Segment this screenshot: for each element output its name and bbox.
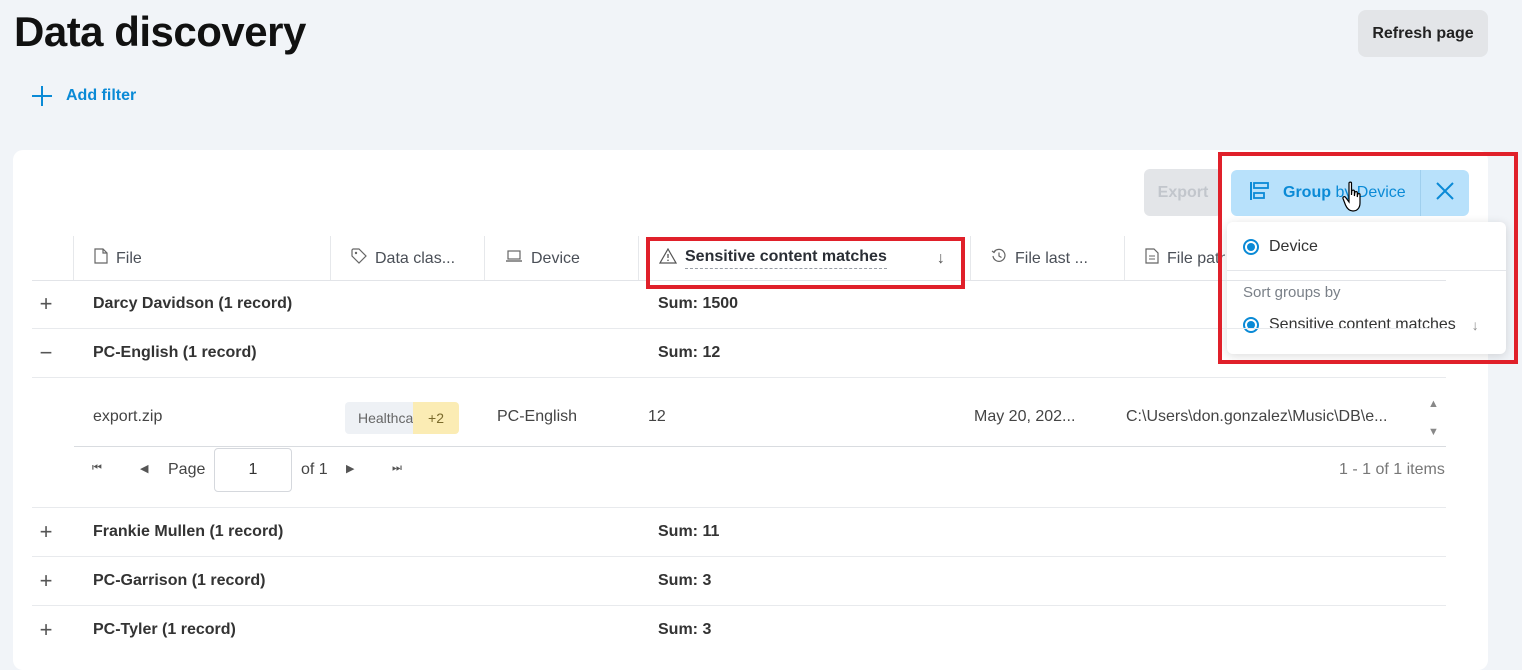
column-separator: [970, 236, 971, 280]
column-header-device[interactable]: Device: [505, 236, 580, 281]
group-by-label: Group: [1283, 184, 1331, 201]
group-row-label: PC-Garrison (1 record): [93, 572, 266, 589]
column-header-label: Sensitive content matches: [685, 248, 887, 269]
page-number-input[interactable]: [214, 448, 292, 492]
expand-plus-icon[interactable]: +: [38, 617, 54, 642]
close-icon: [1435, 181, 1455, 206]
record-file-last: May 20, 202...: [974, 408, 1076, 425]
expand-plus-icon[interactable]: +: [38, 291, 54, 316]
record-file-name[interactable]: export.zip: [93, 408, 162, 426]
page-title: Data discovery: [14, 8, 306, 55]
next-page-icon[interactable]: ▶: [346, 462, 354, 475]
column-separator: [484, 236, 485, 280]
prev-page-icon[interactable]: ◀: [140, 462, 148, 475]
column-header-sensitive[interactable]: Sensitive content matches ↓: [658, 236, 945, 281]
scroll-down-icon[interactable]: ▼: [1428, 426, 1439, 438]
radio-selected-icon: [1243, 317, 1259, 333]
radio-selected-icon: [1243, 239, 1259, 255]
group-sum: Sum: 3: [658, 572, 712, 589]
export-button[interactable]: Export: [1144, 169, 1222, 216]
add-filter-label: Add filter: [66, 87, 137, 104]
history-icon: [991, 248, 1007, 269]
last-page-icon[interactable]: ⏭: [392, 462, 402, 475]
document-icon: [1145, 248, 1159, 269]
arrow-down-icon: ↓: [1471, 317, 1479, 333]
group-by-main[interactable]: Group by Device: [1231, 170, 1420, 216]
tag-icon: [351, 248, 367, 269]
record-matches: 12: [648, 408, 666, 425]
hand-cursor-icon: [1342, 181, 1361, 212]
column-separator: [638, 236, 639, 280]
add-filter-button[interactable]: Add filter: [31, 84, 136, 108]
row-divider: [74, 446, 1446, 447]
group-sum: Sum: 11: [658, 523, 720, 540]
items-count: 1 - 1 of 1 items: [1339, 461, 1445, 478]
group-row-label: Darcy Davidson (1 record): [93, 295, 293, 312]
column-separator: [1124, 236, 1125, 280]
row-divider: [32, 605, 1446, 606]
laptop-icon: [505, 249, 523, 268]
column-header-file-last[interactable]: File last ...: [991, 236, 1088, 281]
data-class-badge: Healthcare: [345, 402, 417, 434]
warning-icon: [658, 247, 678, 269]
page-of-label: of 1: [301, 461, 328, 478]
group-row-label: PC-Tyler (1 record): [93, 621, 236, 638]
group-icon: [1249, 180, 1271, 207]
sort-option-sensitive[interactable]: Sensitive content matches ↓: [1243, 316, 1479, 334]
expand-plus-icon[interactable]: +: [38, 568, 54, 593]
group-by-dropdown: Device Sort groups by Sensitive content …: [1227, 222, 1506, 354]
group-option-device[interactable]: Device: [1243, 238, 1318, 256]
group-sum: Sum: 1500: [658, 295, 739, 312]
group-row-label: Frankie Mullen (1 record): [93, 523, 284, 540]
group-option-label: Device: [1269, 238, 1318, 255]
column-header-label: Device: [531, 249, 580, 267]
first-page-icon[interactable]: ⏮: [92, 462, 102, 475]
plus-icon: [31, 85, 53, 107]
column-header-label: Data clas...: [375, 249, 456, 267]
scroll-up-icon[interactable]: ▲: [1428, 398, 1439, 410]
sort-desc-icon[interactable]: ↓: [937, 250, 945, 268]
column-header-file-path[interactable]: File path: [1145, 236, 1225, 281]
column-header-label: File path: [1167, 249, 1225, 267]
collapse-minus-icon[interactable]: −: [38, 340, 54, 365]
refresh-page-button[interactable]: Refresh page: [1358, 10, 1488, 57]
data-class-more-badge[interactable]: +2: [413, 402, 459, 434]
column-header-label: File last ...: [1015, 249, 1088, 267]
column-header-data-class[interactable]: Data clas...: [351, 236, 455, 281]
sort-option-label: Sensitive content matches: [1269, 316, 1456, 333]
group-sum: Sum: 3: [658, 621, 712, 638]
group-sum: Sum: 12: [658, 344, 721, 361]
group-row-label: PC-English (1 record): [93, 344, 257, 361]
dropdown-divider: [1227, 270, 1506, 271]
page-label: Page: [168, 461, 206, 478]
column-separator: [330, 236, 331, 280]
column-header-label: File: [116, 249, 142, 267]
clear-group-button[interactable]: [1420, 170, 1469, 216]
row-divider: [32, 377, 1446, 378]
column-separator: [73, 236, 74, 280]
column-header-file[interactable]: File: [94, 236, 142, 281]
sort-groups-label: Sort groups by: [1243, 284, 1341, 301]
expand-plus-icon[interactable]: +: [38, 519, 54, 544]
record-device: PC-English: [497, 408, 578, 425]
file-icon: [94, 248, 108, 269]
record-file-path: C:\Users\don.gonzalez\Music\DB\e...: [1126, 408, 1388, 425]
